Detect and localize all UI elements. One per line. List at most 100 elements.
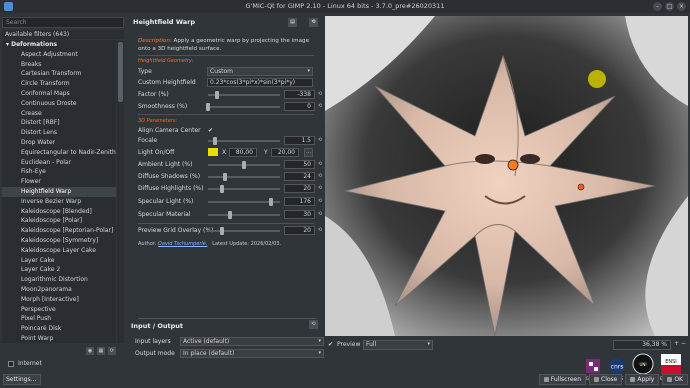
filter-item[interactable]: Kaleidoscope [Reptorian-Polar] bbox=[2, 226, 116, 236]
grid-input[interactable]: 20 bbox=[284, 226, 315, 235]
filter-item[interactable]: Kaleidoscope [Blended] bbox=[2, 207, 116, 217]
filter-item[interactable]: Fish-Eye bbox=[2, 167, 116, 177]
close-button[interactable]: Close bbox=[589, 374, 623, 385]
shadows-input[interactable]: 24 bbox=[284, 172, 315, 181]
preview-checkbox[interactable]: ✔ bbox=[328, 341, 333, 348]
filter-item[interactable]: Perspective bbox=[2, 305, 116, 315]
input-layers-select[interactable]: Active (default) ▾ bbox=[180, 337, 324, 346]
filter-item[interactable]: Heightfield Warp bbox=[2, 186, 116, 197]
favorite-icon[interactable]: ▤ bbox=[288, 18, 297, 27]
filter-item[interactable]: Distort [RBF] bbox=[2, 118, 116, 128]
highlights-slider[interactable] bbox=[208, 185, 280, 193]
filter-item[interactable]: Distort Lens bbox=[2, 128, 116, 138]
filter-item[interactable]: Kaleidoscope [Polar] bbox=[2, 216, 116, 226]
refresh-icon[interactable]: ⟳ bbox=[108, 347, 116, 355]
ambient-slider[interactable] bbox=[208, 161, 280, 169]
specular-slider[interactable] bbox=[208, 198, 280, 206]
shadows-slider[interactable] bbox=[208, 173, 280, 181]
ok-button[interactable]: OK bbox=[662, 374, 688, 385]
slider-handle[interactable] bbox=[206, 103, 210, 111]
visibility-icon[interactable]: ◉ bbox=[86, 347, 94, 355]
filter-item[interactable]: Conformal Maps bbox=[2, 89, 116, 99]
reset-icon[interactable]: ⟲ bbox=[318, 226, 322, 235]
apply-button[interactable]: Apply bbox=[625, 374, 660, 385]
specular-input[interactable]: 176 bbox=[284, 197, 315, 206]
internet-toggle[interactable]: Internet bbox=[8, 360, 42, 368]
expand-icon[interactable]: ▦ bbox=[97, 347, 105, 355]
reset-icon[interactable]: ⟲ bbox=[318, 90, 322, 99]
filter-item[interactable]: Layer Cake 2 bbox=[2, 265, 116, 275]
internet-checkbox[interactable] bbox=[8, 361, 14, 367]
reset-icon[interactable]: ⟲ bbox=[318, 160, 322, 169]
filter-tree[interactable]: ▾ Deformations Aspect Adjustment Breaks Ca… bbox=[2, 40, 116, 343]
filter-item[interactable]: Kaleidoscope [Symmetry] bbox=[2, 236, 116, 246]
search-input[interactable]: Search bbox=[2, 17, 124, 28]
custom-heightfield-input[interactable]: 0.23*cos(3*pi*x)*sin(3*pi*y) bbox=[207, 78, 313, 87]
filter-item[interactable]: Drop Water bbox=[2, 138, 116, 148]
scrollbar-thumb[interactable] bbox=[118, 42, 123, 102]
reset-icon[interactable]: ⟲ bbox=[318, 102, 322, 111]
minimize-button[interactable]: – bbox=[653, 2, 662, 11]
light-position-marker[interactable] bbox=[588, 70, 606, 88]
slider-handle[interactable] bbox=[215, 91, 220, 99]
highlights-input[interactable]: 20 bbox=[284, 184, 315, 193]
close-window-button[interactable]: × bbox=[677, 2, 686, 11]
slider-handle[interactable] bbox=[223, 173, 228, 181]
preview-image[interactable] bbox=[325, 16, 688, 337]
slider-handle[interactable] bbox=[227, 211, 232, 219]
reset-icon[interactable]: ⟲ bbox=[318, 136, 322, 145]
type-select[interactable]: Custom ▾ bbox=[207, 67, 313, 76]
filter-item[interactable]: Poincaré Disk bbox=[2, 324, 116, 334]
reset-icon[interactable]: ⟲ bbox=[309, 18, 318, 27]
camera-center-marker[interactable] bbox=[507, 159, 519, 171]
light-color-swatch[interactable] bbox=[208, 148, 218, 156]
filter-item[interactable]: Circle Transform bbox=[2, 79, 116, 89]
author-link[interactable]: David Tschumperlé. bbox=[158, 241, 207, 247]
filter-item[interactable]: Inverse Bezier Warp bbox=[2, 197, 116, 207]
slider-handle[interactable] bbox=[220, 227, 225, 235]
category-deformations[interactable]: ▾ Deformations bbox=[2, 40, 116, 50]
slider-handle[interactable] bbox=[269, 198, 274, 206]
maximize-button[interactable]: □ bbox=[665, 2, 674, 11]
grid-slider[interactable] bbox=[208, 227, 280, 235]
factor-input[interactable]: -338 bbox=[284, 90, 315, 99]
filter-item[interactable]: Point Warp bbox=[2, 334, 116, 343]
focale-slider[interactable] bbox=[208, 137, 280, 145]
filter-item[interactable]: Morph [Interactive] bbox=[2, 295, 116, 305]
slider-handle[interactable] bbox=[220, 185, 225, 193]
light-x-input[interactable]: 80,00 bbox=[229, 148, 257, 157]
preview-mode-select[interactable]: Full ▾ bbox=[363, 340, 433, 350]
align-checkbox[interactable]: ✔ bbox=[208, 126, 213, 135]
slider-handle[interactable] bbox=[242, 161, 246, 169]
material-input[interactable]: 30 bbox=[284, 210, 315, 219]
light-y-input[interactable]: 20,00 bbox=[271, 148, 299, 157]
filter-item[interactable]: Moon2panorama bbox=[2, 285, 116, 295]
filter-item[interactable]: Breaks bbox=[2, 60, 116, 70]
control-point-marker[interactable] bbox=[577, 183, 585, 191]
tree-scrollbar[interactable] bbox=[117, 40, 124, 343]
filter-item[interactable]: Kaleidoscope Layer Cake bbox=[2, 246, 116, 256]
filter-item[interactable]: Continuous Droste bbox=[2, 99, 116, 109]
ambient-input[interactable]: 50 bbox=[284, 160, 315, 169]
reset-icon[interactable]: ⟲ bbox=[318, 197, 322, 206]
pick-point-button[interactable]: … bbox=[304, 148, 313, 157]
filter-item[interactable]: Layer Cake bbox=[2, 256, 116, 266]
factor-slider[interactable] bbox=[208, 91, 280, 99]
slider-handle[interactable] bbox=[213, 137, 218, 145]
io-reset-icon[interactable]: ⟲ bbox=[309, 320, 318, 329]
filter-item[interactable]: Equirectangular to Nadir-Zenith bbox=[2, 148, 116, 158]
reset-icon[interactable]: ⟲ bbox=[318, 172, 322, 181]
output-mode-select[interactable]: In place (default) ▾ bbox=[180, 349, 324, 358]
smooth-slider[interactable] bbox=[206, 103, 280, 111]
filter-item[interactable]: Crease bbox=[2, 109, 116, 119]
reset-icon[interactable]: ⟲ bbox=[318, 210, 322, 219]
filter-item[interactable]: Cartesian Transform bbox=[2, 69, 116, 79]
fullscreen-button[interactable]: Fullscreen bbox=[538, 374, 587, 385]
filter-item[interactable]: Flower bbox=[2, 177, 116, 187]
focale-input[interactable]: 1.5 bbox=[284, 136, 315, 145]
settings-button[interactable]: Settings... bbox=[3, 374, 41, 385]
filter-item[interactable]: Aspect Adjustment bbox=[2, 50, 116, 60]
smooth-input[interactable]: 0 bbox=[284, 102, 315, 111]
material-slider[interactable] bbox=[208, 211, 280, 219]
filter-item[interactable]: Euclidean - Polar bbox=[2, 158, 116, 168]
